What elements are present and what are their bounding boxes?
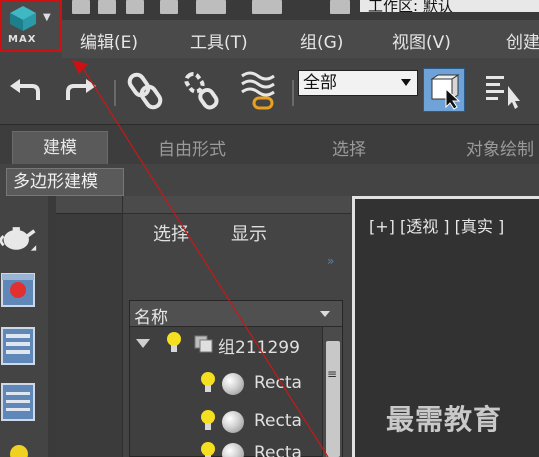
main-toolbar: 全部 (0, 58, 539, 124)
select-object-icon (430, 74, 461, 110)
command-panel-strip (0, 196, 48, 457)
object-list: 名称 组211299 Recta Recta Recta ≡ (129, 300, 343, 457)
link-icon[interactable] (126, 70, 166, 112)
new-file-icon[interactable] (72, 0, 90, 14)
redo-history-icon[interactable] (252, 0, 282, 14)
ribbon-panel-column (56, 196, 122, 457)
name-column-label: 名称 (134, 308, 168, 328)
material-editor-icon[interactable] (0, 326, 38, 366)
tab-object-paint[interactable]: 对象绘制 (466, 135, 534, 165)
panel-header (56, 196, 122, 214)
sort-arrow-icon (320, 311, 330, 317)
tab-polygon-modeling[interactable]: 多边形建模 (6, 168, 124, 196)
ribbon-tab-bar: 建模 自由形式 选择 对象绘制 (0, 124, 539, 165)
selection-filter-dropdown[interactable]: 全部 (298, 70, 418, 96)
ribbon-panel-bar: 多边形建模 (0, 164, 539, 196)
layer-manager-icon[interactable] (0, 382, 38, 422)
grip-icon: ≡ (327, 367, 338, 381)
light-bulb-icon[interactable] (200, 371, 216, 395)
chevron-down-icon: ▼ (43, 12, 51, 23)
list-item[interactable]: Recta (130, 369, 320, 397)
list-item[interactable]: Recta (130, 439, 320, 457)
scene-explorer-header (123, 196, 351, 214)
teapot-icon[interactable] (0, 218, 38, 258)
workspace-selector[interactable]: 工作区: 默认 (360, 0, 539, 12)
max-logo-icon (10, 6, 36, 31)
tab-select[interactable]: 选择 (153, 220, 189, 246)
list-scrollbar[interactable]: ≡ (322, 327, 342, 457)
viewport-label[interactable]: [+] [透视 ] [真实 ] (369, 213, 504, 237)
save-icon[interactable] (160, 0, 178, 14)
watermark: 最需教育 (386, 403, 503, 436)
panel-divider (48, 196, 56, 457)
chevron-down-icon (401, 79, 411, 86)
menu-edit[interactable]: 编辑(E) (80, 28, 138, 53)
light-bulb-icon[interactable] (0, 442, 38, 457)
list-item[interactable]: 组211299 (130, 329, 320, 358)
redo-icon[interactable] (62, 76, 98, 106)
project-folder-icon[interactable] (330, 0, 350, 14)
light-bulb-icon[interactable] (200, 441, 216, 457)
menu-bar: 编辑(E) 工具(T) 组(G) 视图(V) 创建 (62, 20, 539, 58)
list-item-label: Recta (254, 411, 302, 431)
open-file-icon[interactable] (98, 0, 116, 14)
list-item[interactable]: Recta (130, 407, 320, 435)
select-by-name-icon[interactable] (482, 72, 528, 112)
list-item-label: 组211299 (218, 338, 300, 358)
unlink-icon[interactable] (182, 70, 224, 112)
light-bulb-icon[interactable] (166, 331, 182, 355)
list-item-label: Recta (254, 373, 302, 393)
scrollbar-thumb[interactable] (326, 341, 340, 457)
name-column-header[interactable]: 名称 (130, 301, 342, 328)
tab-selection[interactable]: 选择 (332, 135, 366, 165)
menu-create[interactable]: 创建 (506, 28, 539, 53)
toolbar-separator (114, 80, 116, 106)
undo-icon[interactable] (8, 76, 44, 106)
light-bulb-icon[interactable] (200, 409, 216, 433)
bind-space-warp-icon[interactable] (238, 68, 282, 114)
tab-modeling[interactable]: 建模 (12, 131, 108, 165)
selection-filter-value: 全部 (303, 73, 337, 93)
tab-display[interactable]: 显示 (231, 220, 267, 246)
sphere-icon (222, 373, 244, 395)
group-icon (194, 335, 213, 353)
sphere-icon (222, 443, 244, 457)
application-button[interactable]: ▼ MAX (0, 0, 62, 52)
title-bar: 工作区: 默认 (0, 0, 539, 20)
double-chevron-right-icon[interactable]: » (327, 254, 334, 268)
tab-freeform[interactable]: 自由形式 (158, 135, 226, 165)
render-setup-icon[interactable] (0, 272, 38, 310)
expand-arrow-icon[interactable] (136, 339, 150, 349)
select-object-button[interactable] (423, 68, 465, 112)
list-item-label: Recta (254, 443, 302, 457)
undo-history-icon[interactable] (196, 0, 226, 14)
toolbar-separator (292, 80, 294, 106)
menu-tools[interactable]: 工具(T) (190, 28, 248, 53)
save-file-icon[interactable] (126, 0, 144, 14)
sphere-icon (222, 411, 244, 433)
max-label: MAX (8, 34, 37, 45)
menu-views[interactable]: 视图(V) (392, 28, 451, 53)
menu-group[interactable]: 组(G) (300, 28, 343, 53)
scene-explorer: 选择 显示 » 名称 组211299 Recta Recta Recta ≡ (122, 196, 351, 457)
